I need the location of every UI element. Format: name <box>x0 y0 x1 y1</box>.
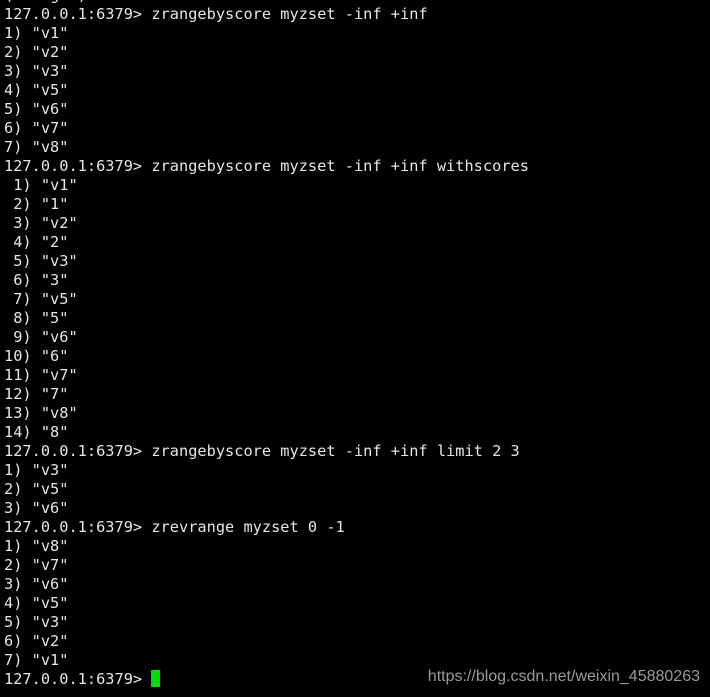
output-line: 9) "v6" <box>4 328 78 346</box>
output-line: 1) "v3" <box>4 461 69 479</box>
command-line: 127.0.0.1:6379> zrangebyscore myzset -in… <box>4 157 529 175</box>
command-line: 127.0.0.1:6379> zrevrange myzset 0 -1 <box>4 518 345 536</box>
output-line: 6) "3" <box>4 271 69 289</box>
output-line: 14) "8" <box>4 423 69 441</box>
output-line: 6) "v7" <box>4 119 69 137</box>
output-line: 5) "v3" <box>4 613 69 631</box>
output-line: 2) "v5" <box>4 480 69 498</box>
prompt-label: 127.0.0.1:6379> <box>4 670 152 688</box>
cursor <box>151 670 161 687</box>
output-line: 1) "v1" <box>4 176 78 194</box>
output-line: 4) "2" <box>4 233 69 251</box>
watermark: https://blog.csdn.net/weixin_45880263 <box>427 668 700 685</box>
output-line: 5) "v6" <box>4 100 69 118</box>
terminal-output[interactable]: (integer)127.0.0.1:6379> zrangebyscore m… <box>4 0 529 689</box>
output-line: 7) "v8" <box>4 138 69 156</box>
output-line: 8) "5" <box>4 309 69 327</box>
output-line: 5) "v3" <box>4 252 78 270</box>
output-line: 4) "v5" <box>4 594 69 612</box>
output-line: 3) "v6" <box>4 575 69 593</box>
output-line: 1) "v8" <box>4 537 69 555</box>
output-line: 1) "v1" <box>4 24 69 42</box>
output-line: 2) "v7" <box>4 556 69 574</box>
command-line: 127.0.0.1:6379> zrangebyscore myzset -in… <box>4 5 428 23</box>
output-line: 11) "v7" <box>4 366 78 384</box>
output-line: 13) "v8" <box>4 404 78 422</box>
output-line: 3) "v6" <box>4 499 69 517</box>
output-line: 10) "6" <box>4 347 69 365</box>
output-line: 3) "v2" <box>4 214 78 232</box>
output-line: 2) "1" <box>4 195 69 213</box>
output-line: 6) "v2" <box>4 632 69 650</box>
output-line: 3) "v3" <box>4 62 69 80</box>
output-line: 2) "v2" <box>4 43 69 61</box>
command-line: 127.0.0.1:6379> zrangebyscore myzset -in… <box>4 442 520 460</box>
output-line: 7) "v5" <box>4 290 78 308</box>
output-line: 4) "v5" <box>4 81 69 99</box>
output-line: 12) "7" <box>4 385 69 403</box>
